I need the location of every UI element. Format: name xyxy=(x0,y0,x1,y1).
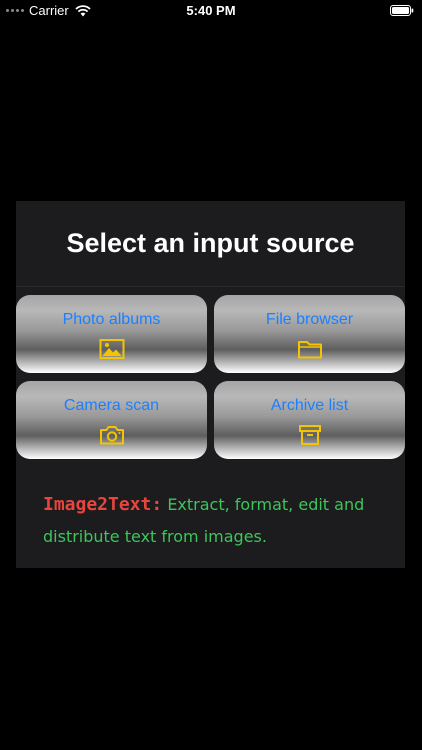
dialog-title: Select an input source xyxy=(16,201,405,287)
file-browser-label: File browser xyxy=(265,311,354,328)
status-time: 5:40 PM xyxy=(186,3,236,18)
folder-icon xyxy=(297,341,322,359)
brand-name: Image2Text: xyxy=(43,494,163,515)
camera-icon xyxy=(99,426,124,445)
screen: Carrier 5:40 PM Select an input source P… xyxy=(0,0,422,750)
photo-icon xyxy=(99,339,124,359)
file-browser-button[interactable]: File browser xyxy=(214,295,405,373)
status-bar: Carrier 5:40 PM xyxy=(0,0,422,22)
camera-scan-label: Camera scan xyxy=(63,397,160,414)
camera-scan-button[interactable]: Camera scan xyxy=(16,381,207,459)
archive-icon xyxy=(298,425,321,445)
input-source-dialog: Select an input source Photo albums File… xyxy=(16,201,405,568)
app-tagline: Image2Text: Extract, format, edit and di… xyxy=(43,489,388,553)
battery-icon xyxy=(390,5,414,16)
archive-list-label: Archive list xyxy=(270,397,349,414)
archive-list-button[interactable]: Archive list xyxy=(214,381,405,459)
photo-albums-button[interactable]: Photo albums xyxy=(16,295,207,373)
photo-albums-label: Photo albums xyxy=(62,311,161,328)
